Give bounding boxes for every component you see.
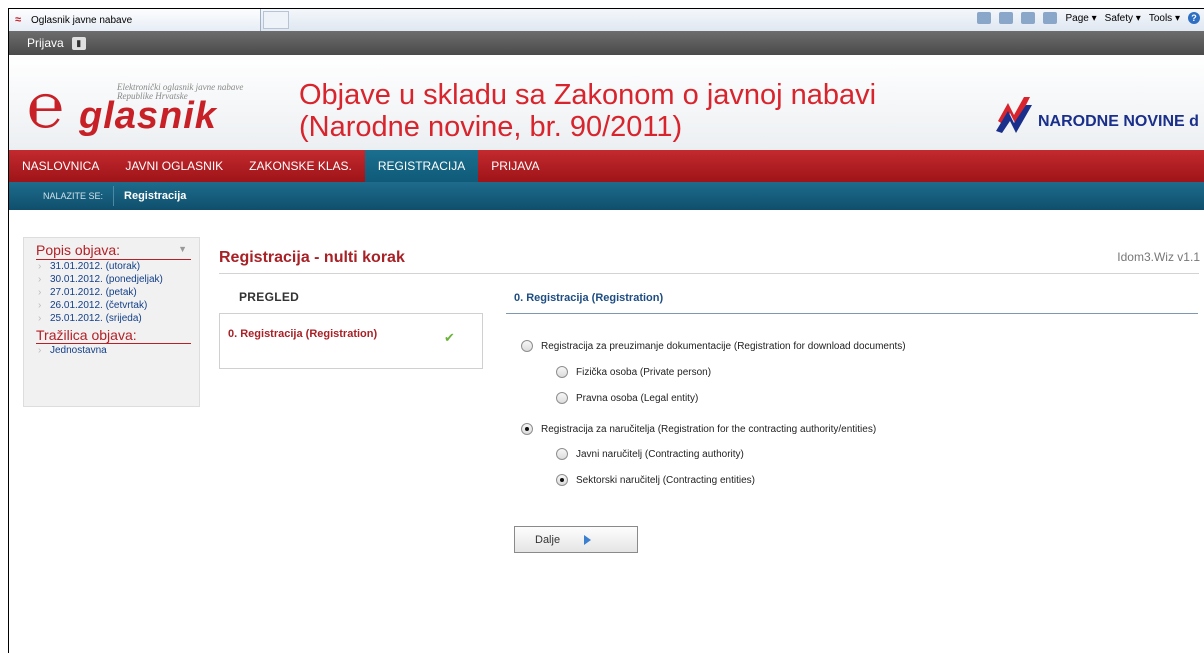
- narodne-novine-logo[interactable]: NARODNE NOVINE d: [994, 91, 1199, 133]
- help-icon[interactable]: ?: [1188, 12, 1200, 24]
- safety-menu[interactable]: Safety ▾: [1105, 13, 1141, 24]
- section-divider: [506, 313, 1198, 314]
- radio-public[interactable]: [556, 448, 568, 460]
- radio-sector-row[interactable]: Sektorski naručitelj (Contracting entiti…: [556, 474, 755, 486]
- breadcrumb: NALAZITE SE: Registracija: [9, 182, 1204, 210]
- sidebar-link[interactable]: 27.01.2012. (petak): [36, 286, 199, 299]
- radio-public-row[interactable]: Javni naručitelj (Contracting authority): [556, 448, 744, 460]
- pregled-heading: PREGLED: [239, 290, 300, 304]
- sidebar-link[interactable]: 26.01.2012. (četvrtak): [36, 299, 199, 312]
- print-icon[interactable]: [1043, 12, 1058, 24]
- browser-tab[interactable]: ≈ Oglasnik javne nabave: [9, 9, 261, 31]
- feeds-icon[interactable]: [999, 12, 1014, 24]
- main-nav: NASLOVNICA JAVNI OGLASNIK ZAKONSKE KLAS.…: [9, 150, 1204, 182]
- browser-window: ≈ Oglasnik javne nabave Page ▾ Safety ▾ …: [8, 8, 1204, 653]
- radio-private-label: Fizička osoba (Private person): [576, 366, 712, 378]
- sidebar-head-trazilica: Tražilica objava:: [36, 327, 191, 344]
- radio-public-label: Javni naručitelj (Contracting authority): [576, 448, 744, 460]
- radio-sector-label: Sektorski naručitelj (Contracting entiti…: [576, 474, 755, 486]
- radio-download-label: Registracija za preuzimanje dokumentacij…: [541, 340, 906, 352]
- site-header: ℮ glasnik Elektronički oglasnik javne na…: [9, 55, 1204, 150]
- play-arrow-icon: [584, 534, 592, 545]
- browser-tab-bar: ≈ Oglasnik javne nabave Page ▾ Safety ▾ …: [9, 9, 1204, 32]
- nn-favicon-icon: ≈: [15, 14, 22, 26]
- tab-title: Oglasnik javne nabave: [31, 14, 133, 26]
- home-icon[interactable]: [977, 12, 992, 24]
- header-title: Objave u skladu sa Zakonom o javnoj naba…: [299, 79, 876, 143]
- eoglasnik-logo-icon[interactable]: ℮: [27, 76, 64, 138]
- next-button[interactable]: Dalje: [514, 526, 638, 553]
- sidebar-head-objave[interactable]: Popis objava: ▼: [36, 242, 191, 260]
- tools-menu[interactable]: Tools ▾: [1149, 13, 1180, 24]
- radio-private[interactable]: [556, 366, 568, 378]
- radio-authority[interactable]: [521, 423, 533, 435]
- login-bar: Prijava ▮: [9, 31, 1204, 55]
- sidebar-link-jednostavna[interactable]: Jednostavna: [36, 344, 199, 357]
- nav-prijava[interactable]: PRIJAVA: [478, 150, 552, 182]
- header-title-line2: (Narodne novine, br. 90/2011): [299, 111, 683, 143]
- nav-registracija[interactable]: REGISTRACIJA: [364, 150, 479, 182]
- breadcrumb-divider: [113, 186, 115, 206]
- prijava-link[interactable]: Prijava: [27, 36, 64, 50]
- page-title: Registracija - nulti korak: [219, 249, 405, 266]
- logo-word: glasnik: [79, 95, 217, 137]
- nn-text: NARODNE NOVINE d: [1038, 113, 1199, 130]
- radio-sector[interactable]: [556, 474, 568, 486]
- sidebar-link[interactable]: 25.01.2012. (srijeda): [36, 312, 199, 325]
- collapse-arrow-icon[interactable]: ▼: [178, 244, 187, 254]
- sidebar-link[interactable]: 31.01.2012. (utorak): [36, 260, 199, 273]
- breadcrumb-label: NALAZITE SE:: [43, 191, 104, 201]
- radio-legal-row[interactable]: Pravna osoba (Legal entity): [556, 392, 698, 404]
- radio-download-row[interactable]: Registracija za preuzimanje dokumentacij…: [521, 340, 906, 352]
- lock-icon[interactable]: ▮: [71, 36, 86, 50]
- new-tab-button[interactable]: [263, 11, 289, 29]
- radio-legal-label: Pravna osoba (Legal entity): [576, 392, 699, 404]
- header-title-line1: Objave u skladu sa Zakonom o javnoj naba…: [299, 79, 877, 111]
- radio-authority-row[interactable]: Registracija za naručitelja (Registratio…: [521, 423, 876, 435]
- version-label: Idom3.Wiz v1.1: [1117, 250, 1200, 264]
- logo-subtitle: Elektronički oglasnik javne nabave Repub…: [117, 82, 244, 101]
- nn-mark-icon: [996, 97, 1032, 133]
- section-title: 0. Registracija (Registration): [514, 292, 664, 304]
- wizard-step[interactable]: 0. Registracija (Registration) ✔: [219, 313, 483, 369]
- nav-naslovnica[interactable]: NASLOVNICA: [9, 150, 112, 182]
- browser-command-bar: Page ▾ Safety ▾ Tools ▾ ?: [977, 12, 1200, 24]
- radio-legal[interactable]: [556, 392, 568, 404]
- check-icon: ✔: [444, 330, 455, 345]
- breadcrumb-current[interactable]: Registracija: [124, 190, 186, 202]
- wizard-step-label: 0. Registracija (Registration): [228, 328, 378, 340]
- radio-authority-label: Registracija za naručitelja (Registratio…: [541, 423, 877, 435]
- mail-icon[interactable]: [1021, 12, 1036, 24]
- radio-download[interactable]: [521, 340, 533, 352]
- nav-zakonske-klas[interactable]: ZAKONSKE KLAS.: [236, 150, 365, 182]
- title-divider: [219, 273, 1199, 274]
- next-button-label: Dalje: [535, 533, 561, 546]
- sidebar: Popis objava: ▼ 31.01.2012. (utorak) 30.…: [23, 237, 200, 407]
- nav-javni-oglasnik[interactable]: JAVNI OGLASNIK: [112, 150, 236, 182]
- radio-private-row[interactable]: Fizička osoba (Private person): [556, 366, 711, 378]
- sidebar-link[interactable]: 30.01.2012. (ponedjeljak): [36, 273, 199, 286]
- page-menu[interactable]: Page ▾: [1065, 13, 1096, 24]
